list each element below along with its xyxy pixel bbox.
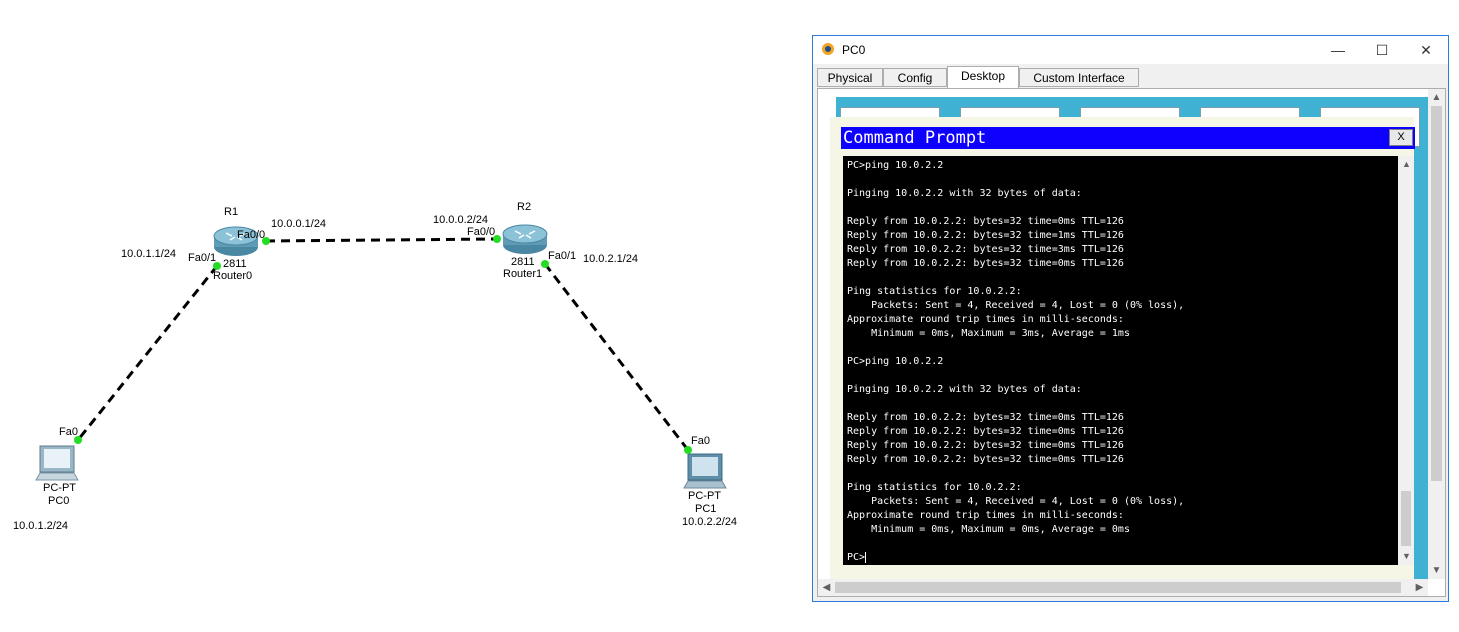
maximize-button[interactable]: ☐ <box>1360 36 1404 64</box>
r1-fa00-label: Fa0/0 <box>237 229 266 241</box>
port-dot-pc1-fa0 <box>684 446 692 454</box>
tab-physical[interactable]: Physical <box>817 68 883 87</box>
terminal-line: Packets: Sent = 4, Received = 4, Lost = … <box>847 300 1185 311</box>
router-r2[interactable] <box>502 224 548 254</box>
r2-fa01-label: Fa0/1 <box>548 250 577 262</box>
router-r2-name: R2 <box>517 201 532 213</box>
router-r1-model: 2811 <box>223 258 247 270</box>
command-prompt-close-button[interactable]: X <box>1389 129 1413 146</box>
scroll-right-icon[interactable]: ▶ <box>1411 579 1428 596</box>
pc0-model: PC-PT <box>43 482 76 494</box>
terminal-line: Ping statistics for 10.0.2.2: <box>847 286 1022 297</box>
text-cursor <box>865 551 867 563</box>
terminal-output[interactable]: PC>ping 10.0.2.2 Pinging 10.0.2.2 with 32… <box>843 156 1398 565</box>
topology-canvas <box>35 224 727 489</box>
terminal-line: PC> <box>847 551 867 563</box>
command-prompt-titlebar: Command Prompt X <box>841 127 1415 149</box>
terminal-line: Approximate round trip times in milli-se… <box>847 510 1124 521</box>
r2-fa00-label: Fa0/0 <box>467 226 496 238</box>
terminal-line: Reply from 10.0.2.2: bytes=32 time=0ms T… <box>847 412 1124 423</box>
pc1-model: PC-PT <box>688 490 721 502</box>
scroll-thumb[interactable] <box>1401 491 1411 546</box>
desktop-vertical-scrollbar[interactable]: ▲ ▼ <box>1428 89 1445 579</box>
pc0-label: PC0 <box>48 495 70 507</box>
r1-fa01-ip: 10.0.1.1/24 <box>121 248 177 260</box>
scroll-thumb[interactable] <box>835 582 1401 593</box>
pc1-icon[interactable] <box>683 453 727 489</box>
terminal-line: Reply from 10.0.2.2: bytes=32 time=0ms T… <box>847 440 1124 451</box>
link-r1-pc0[interactable] <box>76 265 219 441</box>
terminal-line: PC>ping 10.0.2.2 <box>847 160 944 171</box>
pc1-fa0-label: Fa0 <box>691 435 710 447</box>
packet-tracer-icon <box>822 43 834 55</box>
window-title: PC0 <box>842 43 866 57</box>
pc1-label: PC1 <box>695 503 717 515</box>
terminal-line: PC>ping 10.0.2.2 <box>847 356 944 367</box>
scroll-left-icon[interactable]: ◀ <box>818 579 835 596</box>
scroll-down-icon[interactable]: ▼ <box>1428 562 1445 579</box>
scroll-up-icon[interactable]: ▲ <box>1398 156 1415 173</box>
r2-fa01-ip: 10.0.2.1/24 <box>583 253 639 265</box>
terminal-line: Pinging 10.0.2.2 with 32 bytes of data: <box>847 384 1082 395</box>
router-r2-label: Router1 <box>503 268 543 280</box>
terminal-line: Reply from 10.0.2.2: bytes=32 time=0ms T… <box>847 216 1124 227</box>
scroll-thumb[interactable] <box>1431 106 1442 481</box>
terminal-line: Ping statistics for 10.0.2.2: <box>847 482 1022 493</box>
terminal-line: Minimum = 0ms, Maximum = 0ms, Average = … <box>847 524 1130 535</box>
terminal-line: Reply from 10.0.2.2: bytes=32 time=0ms T… <box>847 258 1124 269</box>
r2-fa00-ip: 10.0.0.2/24 <box>433 214 489 226</box>
terminal-line: Reply from 10.0.2.2: bytes=32 time=1ms T… <box>847 230 1124 241</box>
router-r1-name: R1 <box>224 206 239 218</box>
pc0-icon[interactable] <box>35 445 79 481</box>
terminal-line: Reply from 10.0.2.2: bytes=32 time=3ms T… <box>847 244 1124 255</box>
command-prompt-title: Command Prompt <box>843 128 987 148</box>
terminal-line: Reply from 10.0.2.2: bytes=32 time=0ms T… <box>847 426 1124 437</box>
router-r1-label: Router0 <box>213 270 253 282</box>
close-button[interactable]: ✕ <box>1404 36 1448 64</box>
window-titlebar[interactable]: PC0 — ☐ ✕ <box>813 36 1448 64</box>
scroll-down-icon[interactable]: ▼ <box>1398 548 1415 565</box>
terminal-scrollbar[interactable]: ▲ ▼ <box>1398 156 1414 565</box>
r1-fa00-ip: 10.0.0.1/24 <box>271 218 327 230</box>
pc0-ip: 10.0.1.2/24 <box>13 520 69 532</box>
tab-custom-interface[interactable]: Custom Interface <box>1019 68 1139 87</box>
terminal-line: Pinging 10.0.2.2 with 32 bytes of data: <box>847 188 1082 199</box>
tab-desktop[interactable]: Desktop <box>947 66 1019 88</box>
terminal-line: Minimum = 0ms, Maximum = 3ms, Average = … <box>847 328 1130 339</box>
r1-fa01-label: Fa0/1 <box>188 252 217 264</box>
link-r1-r2[interactable] <box>265 237 498 243</box>
router-r2-model: 2811 <box>511 256 535 268</box>
tab-config[interactable]: Config <box>883 68 947 87</box>
pc1-ip: 10.0.2.2/24 <box>682 516 738 528</box>
terminal-line: Reply from 10.0.2.2: bytes=32 time=0ms T… <box>847 454 1124 465</box>
minimize-button[interactable]: — <box>1316 36 1360 64</box>
pc0-fa0-label: Fa0 <box>59 426 78 438</box>
desktop-horizontal-scrollbar[interactable]: ◀ ▶ <box>818 579 1428 596</box>
scroll-up-icon[interactable]: ▲ <box>1428 89 1445 106</box>
link-r2-pc1[interactable] <box>543 263 690 451</box>
terminal-line: Approximate round trip times in milli-se… <box>847 314 1124 325</box>
terminal-lines: PC>ping 10.0.2.2 Pinging 10.0.2.2 with 32… <box>847 159 1184 565</box>
terminal-line: Packets: Sent = 4, Received = 4, Lost = … <box>847 496 1185 507</box>
